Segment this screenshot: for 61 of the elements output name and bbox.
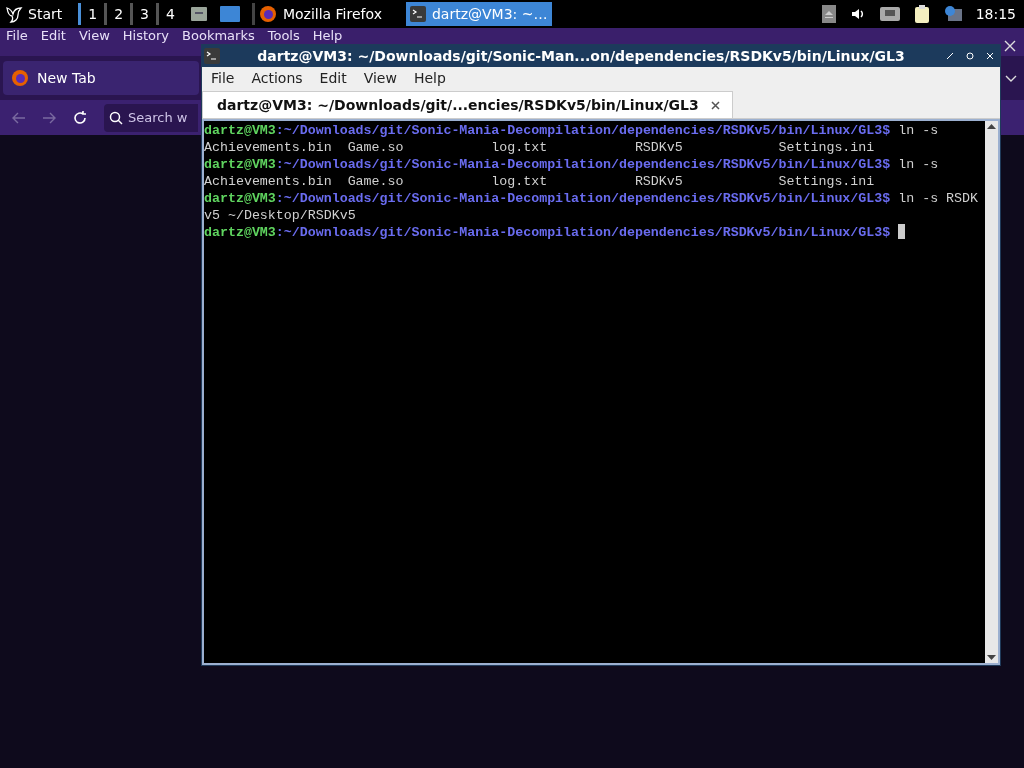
terminal-icon <box>204 48 220 64</box>
prompt-path: :~/Downloads/git/Sonic-Mania-Decompilation/dependencies/RSDKv5/bin/Linux/GL3$ <box>275 156 891 173</box>
restore-icon[interactable] <box>966 52 974 60</box>
command-text: ln -s <box>897 122 939 139</box>
menu-item[interactable]: Edit <box>40 29 66 43</box>
command-text: ln -s <box>897 156 939 173</box>
terminal-icon <box>409 6 426 22</box>
task-button[interactable]: Mozilla Firefox <box>254 2 386 26</box>
menu-item[interactable]: View <box>363 67 397 89</box>
close-tab-icon[interactable] <box>710 100 720 110</box>
scroll-down-icon[interactable] <box>985 653 998 663</box>
workspace-button[interactable]: 1 <box>78 3 105 25</box>
file-cabinet-icon[interactable] <box>189 6 208 22</box>
output-line: Achievements.bin Game.so log.txt RSDKv5 Settings.ini <box>204 173 876 190</box>
search-icon <box>109 110 123 125</box>
output-line: Achievements.bin Game.so log.txt RSDKv5 Settings.ini <box>204 139 876 156</box>
prompt-path: :~/Downloads/git/Sonic-Mania-Decompilation/dependencies/RSDKv5/bin/Linux/GL3$ <box>275 190 891 207</box>
workspace-button[interactable]: 3 <box>130 3 156 25</box>
command-text: ln -s RSDK <box>897 190 979 207</box>
volume-icon[interactable] <box>849 6 866 22</box>
menu-item[interactable]: File <box>6 29 28 43</box>
forward-icon[interactable] <box>42 111 56 124</box>
menu-item[interactable]: Tools <box>267 29 300 43</box>
menu-item[interactable]: Edit <box>319 67 347 89</box>
browser-tab[interactable]: New Tab <box>3 61 199 95</box>
scroll-up-icon[interactable] <box>985 121 998 131</box>
close-icon[interactable] <box>1003 39 1017 53</box>
chevron-icon[interactable] <box>1004 74 1018 84</box>
network-icon[interactable] <box>879 7 900 21</box>
menu-item[interactable]: View <box>78 29 110 43</box>
prompt-user: dartz@VM3 <box>204 224 276 241</box>
maximize-icon[interactable] <box>946 52 954 60</box>
desktop-icon[interactable] <box>219 6 240 22</box>
prompt-path: :~/Downloads/git/Sonic-Mania-Decompilation/dependencies/RSDKv5/bin/Linux/GL3$ <box>275 224 891 241</box>
prompt-user: dartz@VM3 <box>204 156 276 173</box>
eject-icon[interactable] <box>821 5 836 23</box>
menu-item[interactable]: Bookmarks <box>182 29 255 43</box>
workspace-button[interactable]: 4 <box>155 3 182 25</box>
clock: 18:15 <box>975 4 1016 24</box>
scrollbar[interactable] <box>985 121 998 663</box>
search-field[interactable]: Search w <box>104 103 198 132</box>
back-icon[interactable] <box>12 111 26 124</box>
start-button[interactable]: Start <box>0 0 67 28</box>
firefox-icon <box>11 69 29 87</box>
workspace-button[interactable]: 2 <box>104 3 131 25</box>
clipboard-icon[interactable] <box>913 5 930 23</box>
menu-item[interactable]: Help <box>413 67 446 89</box>
prompt-user: dartz@VM3 <box>204 122 276 139</box>
reload-icon[interactable] <box>72 109 88 126</box>
prompt-path: :~/Downloads/git/Sonic-Mania-Decompilation/dependencies/RSDKv5/bin/Linux/GL3$ <box>275 122 891 139</box>
task-button[interactable]: dartz@VM3: ~… <box>405 2 552 26</box>
terminal-tab[interactable]: dartz@VM3: ~/Downloads/git/...encies/RSDKv5/bin/Linux/GL3 <box>202 91 733 118</box>
menu-item[interactable]: File <box>211 67 235 89</box>
menu-item[interactable]: Actions <box>251 67 303 89</box>
bird-icon <box>4 4 24 24</box>
menu-item[interactable]: History <box>122 29 170 43</box>
window-title: dartz@VM3: ~/Downloads/git/Sonic-Man...on/dependencies/RSDKv5/bin/Linux/GL3 <box>256 46 906 66</box>
firefox-icon <box>258 5 277 23</box>
output-line: v5 ~/Desktop/RSDKv5 <box>204 207 357 224</box>
menu-item[interactable]: Help <box>312 29 343 43</box>
prompt-user: dartz@VM3 <box>204 190 276 207</box>
